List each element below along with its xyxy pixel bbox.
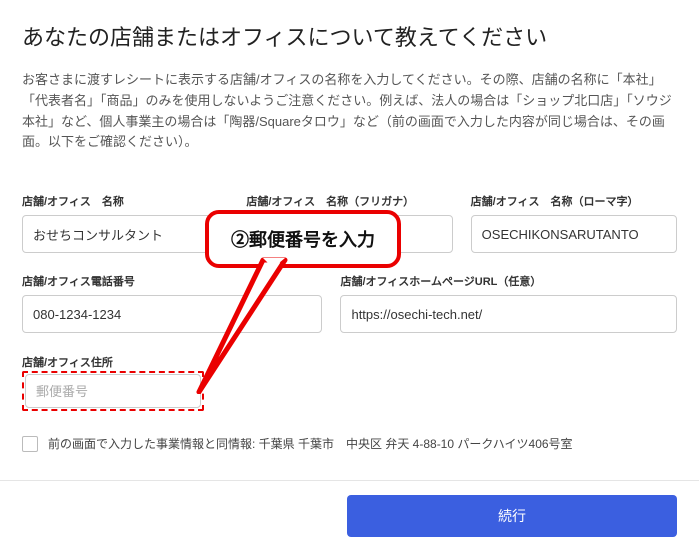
input-url[interactable] xyxy=(340,295,677,333)
input-store-name[interactable] xyxy=(22,215,228,253)
label-address: 店舗/オフィス住所 xyxy=(22,357,113,369)
field-store-name-romaji: 店舗/オフィス 名称（ローマ字） xyxy=(471,193,677,253)
row-phone-url: 店舗/オフィス電話番号 店舗/オフィスホームページURL（任意） xyxy=(22,273,677,333)
input-postal-code[interactable] xyxy=(25,374,201,408)
label-store-name-kana: 店舗/オフィス 名称（フリガナ） xyxy=(246,193,452,209)
label-phone: 店舗/オフィス電話番号 xyxy=(22,273,322,289)
footer-bar: 続行 xyxy=(0,480,699,551)
field-url: 店舗/オフィスホームページURL（任意） xyxy=(340,273,677,333)
checkbox-same-as-previous[interactable] xyxy=(22,436,38,452)
field-address: 店舗/オフィス住所 xyxy=(22,353,677,411)
field-store-name-kana: 店舗/オフィス 名称（フリガナ） xyxy=(246,193,452,253)
page-description: お客さまに渡すレシートに表示する店舗/オフィスの名称を入力してください。その際、… xyxy=(22,70,677,153)
continue-button[interactable]: 続行 xyxy=(347,495,677,537)
label-store-name: 店舗/オフィス 名称 xyxy=(22,193,228,209)
input-store-name-kana[interactable] xyxy=(246,215,452,253)
same-as-previous-row: 前の画面で入力した事業情報と同情報: 千葉県 千葉市 中央区 弁天 4-88-1… xyxy=(22,435,677,452)
label-store-name-romaji: 店舗/オフィス 名称（ローマ字） xyxy=(471,193,677,209)
field-store-name: 店舗/オフィス 名称 xyxy=(22,193,228,253)
page-title: あなたの店舗またはオフィスについて教えてください xyxy=(22,20,677,52)
input-phone[interactable] xyxy=(22,295,322,333)
input-store-name-romaji[interactable] xyxy=(471,215,677,253)
postal-highlight-box xyxy=(22,371,204,411)
checkbox-label: 前の画面で入力した事業情報と同情報: 千葉県 千葉市 中央区 弁天 4-88-1… xyxy=(48,435,573,452)
row-store-names: 店舗/オフィス 名称 店舗/オフィス 名称（フリガナ） 店舗/オフィス 名称（ロ… xyxy=(22,193,677,253)
field-phone: 店舗/オフィス電話番号 xyxy=(22,273,322,333)
label-url: 店舗/オフィスホームページURL（任意） xyxy=(340,273,677,289)
